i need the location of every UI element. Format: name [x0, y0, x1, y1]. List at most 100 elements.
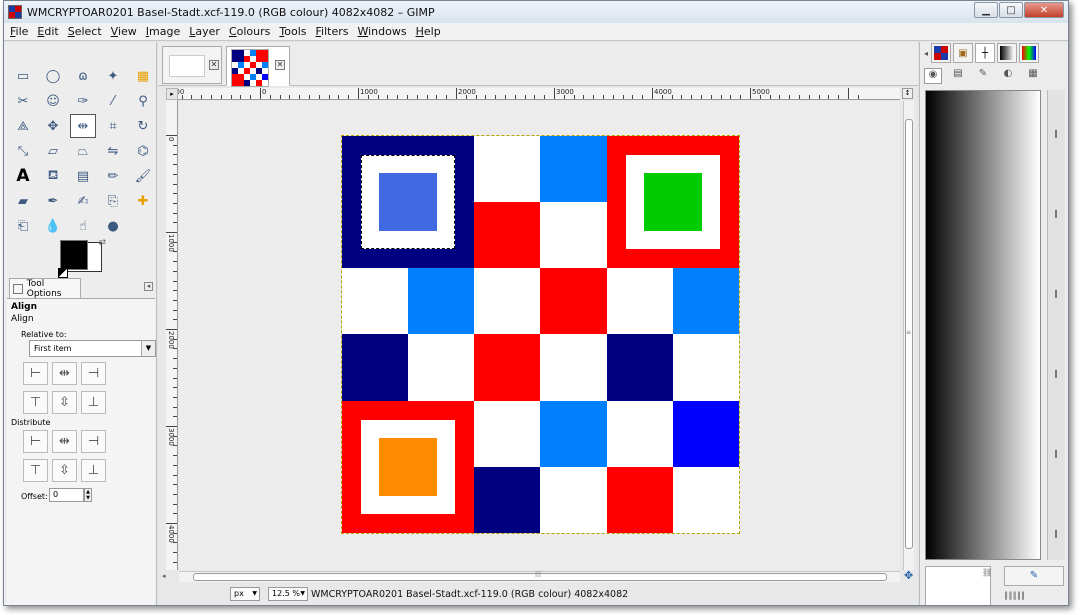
align-center-button[interactable]: ⇹: [52, 362, 77, 385]
horizontal-ruler[interactable]: -1000 0 1000 2000 3000 4000 5000: [178, 88, 900, 100]
align-right-button[interactable]: ⊣: [81, 362, 106, 385]
image-tab-blank[interactable]: ✕: [162, 46, 222, 84]
printer-icon[interactable]: ▤: [949, 68, 967, 84]
align-top-button[interactable]: ⊤: [23, 391, 48, 414]
align-bottom-button[interactable]: ⊥: [81, 391, 106, 414]
ruler-tick: [416, 95, 418, 99]
tab-patterns[interactable]: [931, 43, 952, 63]
eraser-tool[interactable]: ▰: [10, 189, 36, 213]
panel-menu-icon[interactable]: ◂: [144, 282, 153, 291]
pencil-tool[interactable]: ✏: [100, 164, 126, 188]
close-button[interactable]: ✕: [1024, 2, 1064, 18]
menu-tools[interactable]: Tools: [279, 25, 306, 38]
scissors-tool[interactable]: ✂: [10, 89, 36, 113]
paths-tool[interactable]: ✑: [70, 89, 96, 113]
canvas-area[interactable]: [179, 101, 900, 570]
rect-select-tool[interactable]: ▭: [10, 64, 36, 88]
tab-menu-icon[interactable]: ◂: [924, 49, 928, 58]
menu-help[interactable]: Help: [416, 25, 441, 38]
smudge-tool[interactable]: ☝: [70, 214, 96, 238]
by-color-select-tool[interactable]: ▦: [130, 64, 156, 88]
bucket-fill-tool[interactable]: ⛾: [40, 164, 66, 188]
color-picker-tool[interactable]: ⁄: [100, 89, 126, 113]
menu-layer[interactable]: Layer: [189, 25, 220, 38]
rotate-tool[interactable]: ↻: [130, 114, 156, 138]
menu-view[interactable]: View: [111, 25, 137, 38]
distribute-left-button[interactable]: ⊢: [23, 430, 48, 453]
offset-spinner[interactable]: ▲ ▼: [84, 488, 92, 502]
cage-tool[interactable]: ⌬: [130, 139, 156, 163]
ellipse-select-tool[interactable]: ◯: [40, 64, 66, 88]
gimp-icon[interactable]: ◉: [924, 68, 942, 84]
free-select-tool[interactable]: ɷ: [70, 64, 96, 88]
clone-tool[interactable]: ⎘: [100, 189, 126, 213]
offset-input[interactable]: 0: [49, 488, 84, 502]
menu-filters[interactable]: Filters: [316, 25, 349, 38]
menu-file[interactable]: File: [10, 25, 28, 38]
tab-fonts[interactable]: ┼: [975, 43, 996, 63]
unit-select[interactable]: px ▼: [230, 587, 260, 601]
color-wheel-icon[interactable]: ◐: [999, 68, 1017, 84]
ink-tool[interactable]: ✍: [70, 189, 96, 213]
tab-palettes[interactable]: [1019, 43, 1040, 63]
airbrush-tool[interactable]: ✒: [40, 189, 66, 213]
blend-tool[interactable]: ▤: [70, 164, 96, 188]
pattern-icon[interactable]: ▦: [1024, 68, 1042, 84]
perspective-clone-tool[interactable]: ⎗: [10, 214, 36, 238]
horizontal-scrollbar[interactable]: |||: [179, 571, 900, 582]
fuzzy-select-tool[interactable]: ✦: [100, 64, 126, 88]
menu-windows[interactable]: Windows: [357, 25, 406, 38]
close-tab-icon[interactable]: ✕: [209, 60, 219, 70]
crop-tool[interactable]: ⌗: [100, 114, 126, 138]
distribute-center-button[interactable]: ⇹: [52, 430, 77, 453]
zoom-tool[interactable]: ⚲: [130, 89, 156, 113]
flip-tool[interactable]: ⇋: [100, 139, 126, 163]
ruler-tick: [173, 280, 177, 282]
quick-mask-toggle[interactable]: ▸: [166, 88, 178, 100]
shear-tool[interactable]: ▱: [40, 139, 66, 163]
square-core: [379, 438, 437, 496]
image-tab-active[interactable]: ✕: [226, 46, 290, 87]
maximize-button[interactable]: □: [999, 2, 1023, 18]
align-middle-button[interactable]: ⇳: [52, 391, 77, 414]
menu-edit[interactable]: Edit: [37, 25, 58, 38]
minimize-button[interactable]: ▁: [974, 2, 998, 18]
foreground-select-tool[interactable]: ☺: [40, 89, 66, 113]
menu-colours[interactable]: Colours: [229, 25, 270, 38]
gradient-preview[interactable]: [925, 90, 1041, 560]
paintbrush-tool[interactable]: 🖌: [130, 164, 156, 188]
menu-select[interactable]: Select: [68, 25, 102, 38]
tab-brushes[interactable]: ▣: [953, 43, 974, 63]
move-tool[interactable]: ✥: [40, 114, 66, 138]
relative-to-select[interactable]: First item ▼: [29, 340, 156, 357]
blur-tool[interactable]: 💧: [40, 214, 66, 238]
distribute-right-button[interactable]: ⊣: [81, 430, 106, 453]
tab-tool-options[interactable]: Tool Options: [9, 278, 81, 299]
zoom-to-fit-icon[interactable]: ◂: [162, 572, 172, 582]
menu-image[interactable]: Image: [146, 25, 180, 38]
close-tab-icon[interactable]: ✕: [275, 60, 285, 70]
link-icon[interactable]: ⛓: [982, 568, 992, 577]
tab-gradients[interactable]: [997, 43, 1018, 63]
heal-tool[interactable]: ✚: [130, 189, 156, 213]
measure-tool[interactable]: ⟁: [10, 114, 36, 138]
zoom-follow-toggle[interactable]: ↕: [902, 88, 913, 99]
edit-button[interactable]: ✎: [1004, 566, 1064, 586]
distribute-middle-button[interactable]: ⇳: [52, 459, 77, 482]
scale-tool[interactable]: ⤡: [10, 139, 36, 163]
perspective-tool[interactable]: ⏢: [70, 139, 96, 163]
vertical-ruler[interactable]: 0 1000 2000 3000 4000: [166, 100, 178, 570]
text-tool[interactable]: A: [10, 164, 36, 188]
align-left-button[interactable]: ⊢: [23, 362, 48, 385]
distribute-bottom-button[interactable]: ⊥: [81, 459, 106, 482]
swap-colors-icon[interactable]: ⇄: [98, 238, 106, 248]
dodge-burn-tool[interactable]: ●: [100, 214, 126, 238]
brush-icon[interactable]: ✎: [974, 68, 992, 84]
distribute-top-button[interactable]: ⊤: [23, 459, 48, 482]
zoom-select[interactable]: 12.5 % ▼: [268, 587, 308, 601]
vertical-scrollbar[interactable]: ≡: [903, 101, 914, 570]
default-colors-icon[interactable]: [58, 268, 68, 278]
align-tool[interactable]: ⇹: [70, 114, 96, 138]
foreground-color-swatch[interactable]: [60, 240, 88, 270]
navigate-icon[interactable]: ✥: [904, 570, 916, 582]
